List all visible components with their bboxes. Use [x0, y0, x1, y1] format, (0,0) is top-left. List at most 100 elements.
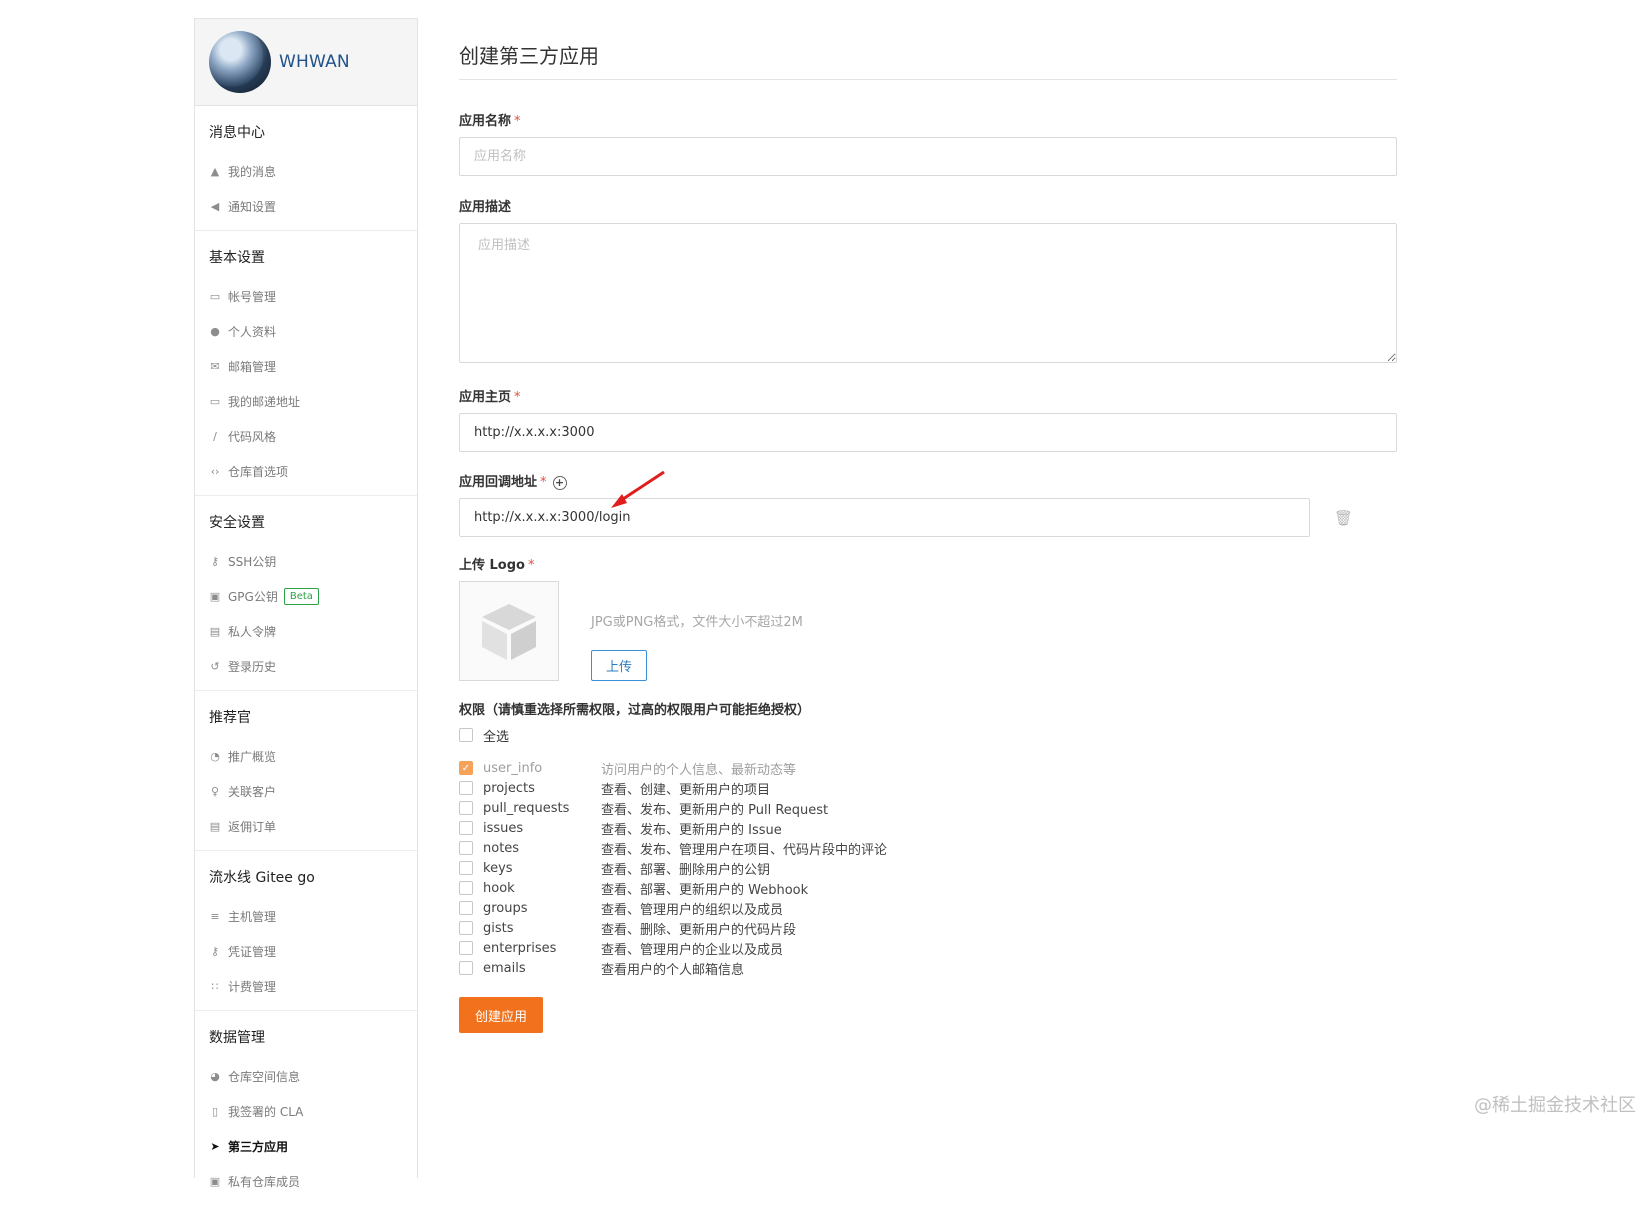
bell-icon: ▲: [210, 165, 220, 178]
scope-checkbox[interactable]: [459, 821, 473, 835]
sidebar-group: 基本设置 ▭ 帐号管理 ● 个人资料 ✉ 邮箱管理 ▭ 我的邮递地址 ∕ 代码风格 ‹› 仓库首选项: [195, 231, 417, 496]
sidebar-item[interactable]: ≡ 主机管理: [195, 899, 417, 934]
app-desc-textarea[interactable]: [459, 223, 1397, 363]
sidebar-item[interactable]: ♀ 关联客户: [195, 774, 417, 809]
sidebar-group: 消息中心 ▲ 我的消息 ◀ 通知设置: [195, 106, 417, 231]
scope-name: keys: [483, 860, 513, 876]
scope-row[interactable]: gists 查看、删除、更新用户的代码片段: [459, 918, 1399, 938]
scope-checkbox[interactable]: [459, 941, 473, 955]
required-mark: *: [540, 475, 547, 490]
scope-checkbox[interactable]: [459, 901, 473, 915]
scope-description: 查看、部署、删除用户的公钥: [601, 862, 771, 878]
create-app-button[interactable]: 创建应用: [459, 997, 543, 1033]
sidebar-item[interactable]: ∷ 计费管理: [195, 969, 417, 1004]
app-name-input[interactable]: [459, 137, 1397, 176]
scope-description: 查看、发布、更新用户的 Issue: [601, 822, 782, 838]
volume-icon: ◀: [210, 200, 220, 213]
select-all[interactable]: 全选: [459, 725, 1399, 745]
sidebar-group-title: 消息中心: [209, 125, 265, 141]
homepage-input[interactable]: [459, 413, 1397, 452]
scope-name: user_info: [483, 760, 543, 776]
scope-name: projects: [483, 780, 535, 796]
sidebar-menu: 消息中心 ▲ 我的消息 ◀ 通知设置 基本设置 ▭ 帐号管理 ● 个人资料 ✉ 邮箱管理 ▭ 我的邮递地址…: [195, 106, 417, 1205]
sidebar-group-title: 流水线 Gitee go: [209, 870, 315, 886]
user-profile: WHWAN: [195, 19, 417, 106]
scope-checkbox[interactable]: [459, 921, 473, 935]
document-icon: ▯: [211, 1105, 219, 1118]
sidebar-group-title: 推荐官: [209, 710, 251, 726]
scope-name: issues: [483, 820, 524, 836]
sidebar-item[interactable]: ▭ 帐号管理: [195, 279, 417, 314]
sidebar-item-label: 仓库首选项: [228, 465, 289, 479]
sidebar-item[interactable]: ▭ 我的邮递地址: [195, 384, 417, 419]
key-icon: ⚷: [210, 555, 220, 568]
scope-row[interactable]: emails 查看用户的个人邮箱信息: [459, 958, 1399, 978]
sidebar-group: 数据管理 ◕ 仓库空间信息 ▯ 我签署的 CLA ➤ 第三方应用 ▣ 私有仓库成员: [195, 1011, 417, 1205]
upload-button[interactable]: 上传: [591, 650, 647, 681]
scope-description: 访问用户的个人信息、最新动态等: [601, 762, 797, 778]
scope-checkbox[interactable]: [459, 961, 473, 975]
page-title: 创建第三方应用: [459, 40, 1397, 80]
callback-input[interactable]: [459, 498, 1310, 537]
scope-row[interactable]: projects 查看、创建、更新用户的项目: [459, 778, 1399, 798]
required-mark: *: [514, 114, 521, 129]
scope-checkbox[interactable]: [459, 781, 473, 795]
billing-icon: ∷: [211, 980, 219, 993]
avatar[interactable]: [209, 31, 271, 93]
scope-row[interactable]: keys 查看、部署、删除用户的公钥: [459, 858, 1399, 878]
scope-checkbox[interactable]: [459, 861, 473, 875]
scope-row[interactable]: pull_requests 查看、发布、更新用户的 Pull Request: [459, 798, 1399, 818]
sidebar-item[interactable]: ⚷ SSH公钥: [195, 544, 417, 579]
sidebar-item[interactable]: ✉ 邮箱管理: [195, 349, 417, 384]
sidebar-item[interactable]: ⚷ 凭证管理: [195, 934, 417, 969]
scope-row[interactable]: notes 查看、发布、管理用户在项目、代码片段中的评论: [459, 838, 1399, 858]
scope-list: ✓ user_info 访问用户的个人信息、最新动态等 projects 查看、创建、更…: [459, 758, 1399, 978]
sidebar-item-label: 登录历史: [228, 660, 277, 674]
rocket-icon: ➤: [210, 1140, 220, 1153]
sidebar-item[interactable]: ‹› 仓库首选项: [195, 454, 417, 489]
scope-checkbox[interactable]: [459, 841, 473, 855]
sidebar-item[interactable]: ↺ 登录历史: [195, 649, 417, 684]
sidebar-item[interactable]: ▯ 我签署的 CLA: [195, 1094, 417, 1129]
sidebar-item-label: 关联客户: [228, 785, 277, 799]
scope-checkbox[interactable]: [459, 881, 473, 895]
scope-name: emails: [483, 960, 526, 976]
sidebar-item-label: 我的邮递地址: [228, 395, 301, 409]
sidebar-item[interactable]: ◔ 推广概览: [195, 739, 417, 774]
sidebar-item[interactable]: ▤ 私人令牌: [195, 614, 417, 649]
scope-checkbox[interactable]: [459, 801, 473, 815]
scope-description: 查看、管理用户的企业以及成员: [601, 942, 784, 958]
scope-name: enterprises: [483, 940, 557, 956]
add-callback-icon[interactable]: +: [552, 476, 567, 490]
sidebar-item[interactable]: ▤ 返佣订单: [195, 809, 417, 844]
logo-upload: JPG或PNG格式，文件大小不超过2M 上传: [459, 581, 1399, 681]
scope-row[interactable]: issues 查看、发布、更新用户的 Issue: [459, 818, 1399, 838]
sidebar-group-title: 安全设置: [209, 515, 265, 531]
username-link[interactable]: WHWAN: [279, 52, 350, 72]
app-desc-label: 应用描述: [459, 200, 512, 215]
order-icon: ▤: [209, 820, 221, 833]
sidebar-item[interactable]: ◕ 仓库空间信息: [195, 1059, 417, 1094]
sidebar-item-label: 代码风格: [228, 430, 277, 444]
sidebar-item-label: 凭证管理: [228, 945, 277, 959]
sidebar-item[interactable]: ▣ GPG公钥 Beta: [195, 579, 417, 614]
callback-row: 🗑: [459, 470, 1399, 537]
sidebar-item[interactable]: ∕ 代码风格: [195, 419, 417, 454]
sidebar-item[interactable]: ● 个人资料: [195, 314, 417, 349]
scope-row[interactable]: groups 查看、管理用户的组织以及成员: [459, 898, 1399, 918]
trash-icon[interactable]: 🗑: [1334, 509, 1353, 527]
id-card-icon: ▭: [209, 290, 221, 303]
sidebar-item[interactable]: ➤ 第三方应用: [195, 1129, 417, 1164]
sidebar-item[interactable]: ▲ 我的消息: [195, 154, 417, 189]
select-all-checkbox[interactable]: [459, 728, 473, 742]
token-icon: ▤: [209, 625, 221, 638]
sidebar-item-label: 仓库空间信息: [228, 1070, 301, 1084]
sidebar-group: 流水线 Gitee go ≡ 主机管理 ⚷ 凭证管理 ∷ 计费管理: [195, 851, 417, 1011]
scope-row[interactable]: hook 查看、部署、更新用户的 Webhook: [459, 878, 1399, 898]
required-mark: *: [527, 558, 535, 573]
sidebar-item[interactable]: ▣ 私有仓库成员: [195, 1164, 417, 1199]
scope-row[interactable]: enterprises 查看、管理用户的企业以及成员: [459, 938, 1399, 958]
sidebar-item[interactable]: ◀ 通知设置: [195, 189, 417, 224]
sidebar-item-label: 推广概览: [228, 750, 277, 764]
scope-name: gists: [483, 920, 514, 936]
